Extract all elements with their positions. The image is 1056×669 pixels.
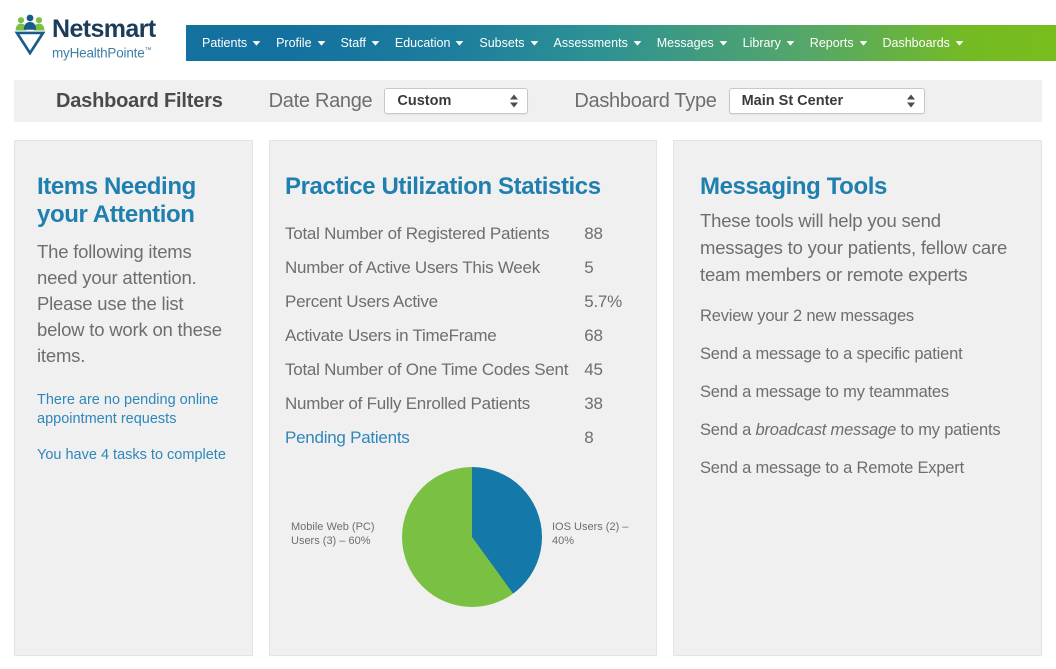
nav-item-label: Subsets (479, 36, 525, 50)
main-navigation: Patients ▼ Profile ▼ Staff ▼ Education ▼ Subsets… (186, 25, 1056, 61)
messaging-action-3[interactable]: Send a broadcast message to my patients (700, 420, 1021, 441)
chevron-down-icon: ▼ (314, 38, 328, 47)
nav-item-label: Messages (656, 36, 714, 50)
stats-row-label: Number of Active Users This Week (285, 258, 540, 277)
pie-label-mobile-web: Mobile Web (PC) Users (3) – 60% (291, 521, 375, 547)
dashboard-type-select[interactable]: Main St Center (728, 88, 925, 114)
messaging-panel-body: These tools will help you send messages … (700, 210, 1008, 285)
nav-item-patients[interactable]: Patients ▼ (202, 36, 264, 50)
nav-item-label: Assessments (553, 36, 628, 50)
nav-item-label: Education (394, 36, 451, 50)
stats-row[interactable]: Pending Patients 8 (285, 421, 636, 455)
nav-item-profile[interactable]: Profile ▼ (276, 36, 328, 50)
chevron-down-icon: ▼ (856, 38, 870, 47)
chevron-down-icon: ▼ (630, 38, 644, 47)
nav-item-education[interactable]: Education ▼ (394, 36, 467, 50)
dashboard-type-value: Main St Center (741, 93, 844, 109)
messaging-action-4[interactable]: Send a message to a Remote Expert (700, 458, 1021, 479)
nav-item-label: Staff (340, 36, 366, 50)
messaging-actions-list: Review your 2 new messages Send a message… (700, 306, 1021, 479)
attention-link-0[interactable]: There are no pending online appointment … (37, 391, 230, 429)
chevron-down-icon: ▼ (716, 38, 730, 47)
messaging-panel-title: Messaging Tools (700, 173, 887, 200)
stats-row-label: Activate Users in TimeFrame (285, 326, 497, 345)
date-range-select[interactable]: Custom (384, 88, 529, 114)
chevron-down-icon: ▼ (453, 38, 467, 47)
nav-item-subsets[interactable]: Subsets ▼ (479, 36, 541, 50)
nav-item-label: Patients (202, 36, 248, 50)
chevron-down-icon: ▼ (952, 38, 966, 47)
stats-row-label: Total Number of Registered Patients (285, 224, 550, 243)
emphasis-text: broadcast message (755, 421, 897, 439)
practice-utilization-panel: Practice Utilization Statistics Total Nu… (269, 140, 657, 656)
stats-row-value: 38 (584, 394, 603, 413)
stepper-arrows-icon (906, 94, 915, 108)
nav-item-dashboards[interactable]: Dashboards ▼ (882, 36, 966, 50)
stats-row-value: 5 (584, 258, 594, 277)
stats-row-label: Total Number of One Time Codes Sent (285, 360, 569, 379)
date-range-label: Date Range (268, 89, 373, 112)
nav-item-messages[interactable]: Messages ▼ (656, 36, 730, 50)
pie-chart-graphic (402, 467, 542, 607)
app-header: Netsmart myHealthPointe™ Patients ▼ Profil… (0, 0, 1056, 71)
stats-row: Percent Users Active 5.7% (285, 285, 636, 319)
attention-links-list: There are no pending online appointment … (37, 391, 230, 465)
chevron-down-icon: ▼ (783, 38, 797, 47)
brand-logo[interactable]: Netsmart myHealthPointe™ (10, 14, 182, 62)
attention-link-1[interactable]: You have 4 tasks to complete (37, 446, 230, 465)
nav-item-library[interactable]: Library ▼ (742, 36, 797, 50)
nav-item-label: Library (742, 36, 781, 50)
stats-row-value: 88 (584, 224, 603, 243)
netsmart-people-logo-icon (14, 14, 46, 56)
brand-name: Netsmart (52, 15, 156, 43)
attention-panel-title: Items Needing your Attention (37, 173, 230, 229)
attention-title-line1: Items Needing (37, 173, 196, 200)
attention-title-line2: your Attention (37, 201, 195, 228)
stats-row: Number of Active Users This Week 5 (285, 251, 636, 285)
stats-row-value: 8 (584, 428, 594, 447)
stats-row-value: 68 (584, 326, 603, 345)
stats-row: Total Number of Registered Patients 88 (285, 217, 636, 251)
device-usage-pie-chart: Mobile Web (PC) Users (3) – 60% IOS User… (285, 467, 636, 637)
stepper-arrows-icon (510, 94, 519, 108)
stats-row: Total Number of One Time Codes Sent 45 (285, 353, 636, 387)
stats-row-label: Number of Fully Enrolled Patients (285, 394, 530, 413)
stats-row-value: 45 (584, 360, 603, 379)
nav-item-staff[interactable]: Staff ▼ (340, 36, 382, 50)
brand-wordmark: Netsmart myHealthPointe™ (52, 14, 156, 62)
messaging-action-0[interactable]: Review your 2 new messages (700, 306, 1021, 327)
messaging-action-2[interactable]: Send a message to my teammates (700, 382, 1021, 403)
pie-label-ios-users: IOS Users (2) – 40% (552, 521, 629, 547)
stats-row-label[interactable]: Pending Patients (285, 421, 568, 455)
items-needing-attention-panel: Items Needing your Attention The followi… (14, 140, 253, 656)
nav-item-label: Reports (809, 36, 854, 50)
messaging-action-1[interactable]: Send a message to a specific patient (700, 344, 1021, 365)
attention-panel-body: The following items need your attention.… (37, 241, 222, 366)
chevron-down-icon: ▼ (368, 38, 382, 47)
chevron-down-icon: ▼ (527, 38, 541, 47)
dashboard-filters-bar: Dashboard Filters Date Range Custom Dash… (14, 80, 1042, 122)
stats-row: Activate Users in TimeFrame 68 (285, 319, 636, 353)
dashboard-type-label: Dashboard Type (574, 89, 717, 112)
messaging-tools-panel: Messaging Tools These tools will help yo… (673, 140, 1042, 656)
stats-row-value: 5.7% (584, 292, 622, 311)
nav-item-label: Profile (276, 36, 312, 50)
chevron-down-icon: ▼ (250, 38, 264, 47)
stats-panel-title: Practice Utilization Statistics (285, 173, 601, 200)
nav-item-label: Dashboards (882, 36, 950, 50)
dashboard-filters-title: Dashboard Filters (56, 89, 223, 112)
utilization-stats-table: Total Number of Registered Patients 88 Num… (285, 217, 636, 455)
brand-product: myHealthPointe™ (52, 45, 152, 61)
dashboard-panels: Items Needing your Attention The followi… (14, 140, 1042, 656)
date-range-value: Custom (397, 93, 452, 109)
stats-row-label: Percent Users Active (285, 292, 438, 311)
nav-item-assessments[interactable]: Assessments ▼ (553, 36, 644, 50)
stats-row: Number of Fully Enrolled Patients 38 (285, 387, 636, 421)
nav-item-reports[interactable]: Reports ▼ (809, 36, 870, 50)
